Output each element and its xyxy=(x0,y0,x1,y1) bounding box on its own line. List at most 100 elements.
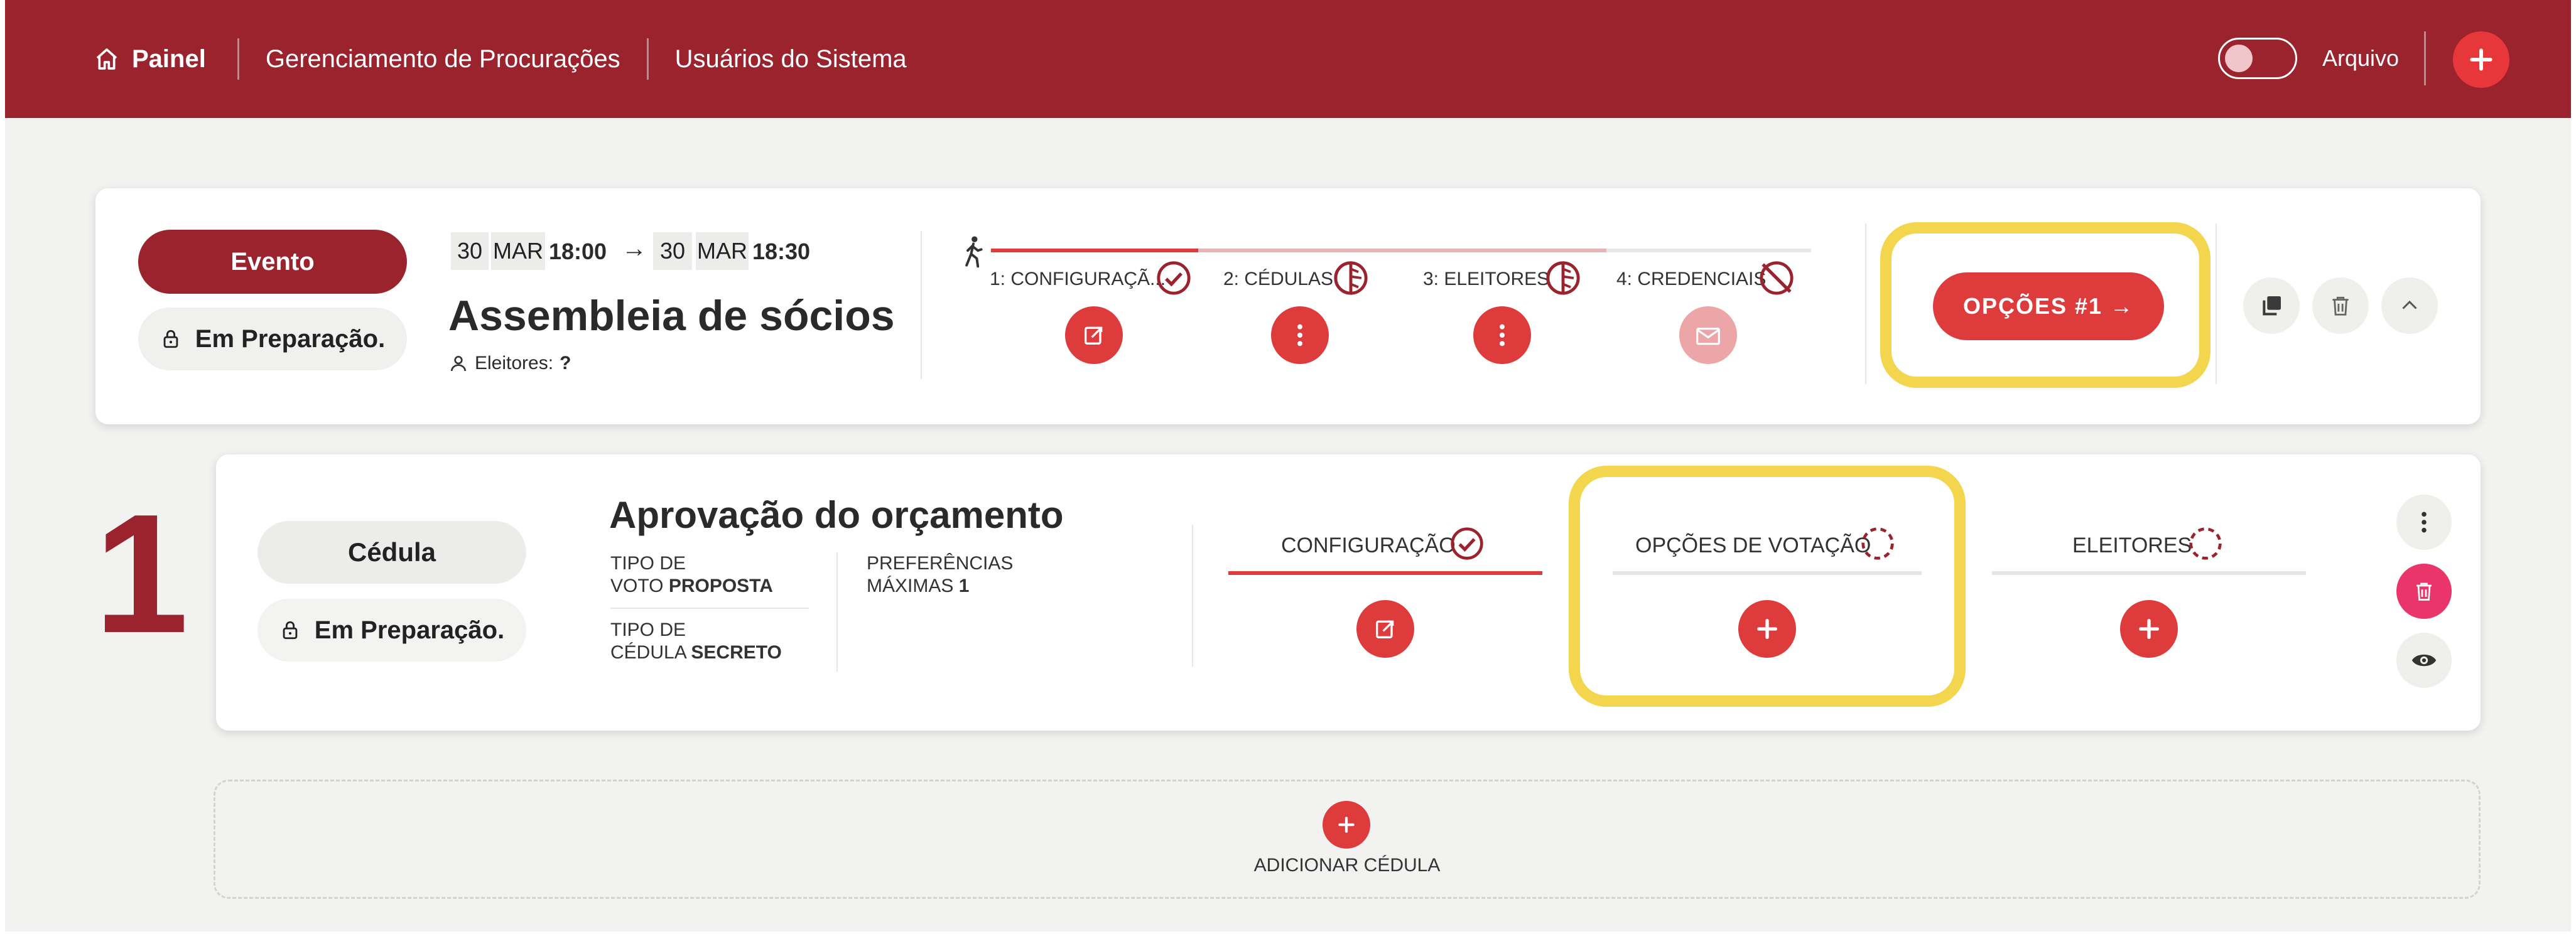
archive-label: Arquivo xyxy=(2322,45,2400,71)
divider xyxy=(610,608,809,609)
collapse-event-button[interactable] xyxy=(2381,277,2438,334)
half-circle-icon xyxy=(1546,261,1580,295)
divider xyxy=(1192,525,1193,667)
ballot-card xyxy=(216,454,2481,731)
toggle-knob xyxy=(2225,45,2253,72)
envelope-icon xyxy=(1696,328,1720,345)
nav-proxy-management-link[interactable]: Gerenciamento de Procurações xyxy=(266,45,620,73)
step-3-label: 3: ELEITORES xyxy=(1423,269,1550,289)
ballot-badge: Cédula xyxy=(257,521,526,584)
step-1-edit-button[interactable] xyxy=(1065,306,1123,364)
step-4-label: 4: CREDENCIAIS xyxy=(1616,269,1767,289)
ballot-number: 1 xyxy=(94,480,189,668)
kebab-menu-icon xyxy=(1500,324,1505,346)
section-config-underline xyxy=(1228,571,1542,575)
prefs-label-line-1: PREFERÊNCIAS xyxy=(867,553,1014,574)
add-ballot-button[interactable] xyxy=(1323,801,1370,849)
add-event-button[interactable] xyxy=(2453,31,2509,88)
edit-icon xyxy=(1376,620,1394,638)
vote-type-value: PROPOSTA xyxy=(668,576,773,596)
ballot-status-badge: Em Preparação. xyxy=(257,599,526,662)
lock-icon xyxy=(163,330,178,348)
kebab-menu-icon xyxy=(1297,324,1302,346)
nav-system-users-link[interactable]: Usuários do Sistema xyxy=(675,45,907,73)
trash-icon xyxy=(2416,582,2432,601)
divider xyxy=(1865,223,1866,384)
add-voters-button[interactable] xyxy=(2120,600,2178,658)
archive-toggle[interactable] xyxy=(2218,38,2297,79)
ballot-title: Aprovação do orçamento xyxy=(609,494,1064,536)
end-month: MAR xyxy=(696,232,749,270)
divider xyxy=(921,231,922,379)
home-icon xyxy=(96,48,117,70)
check-circle-icon xyxy=(1157,261,1191,295)
disabled-circle-icon xyxy=(1760,261,1794,295)
event-badge: Evento xyxy=(138,230,407,294)
walking-person-icon xyxy=(965,236,983,268)
check-circle-icon xyxy=(1451,527,1483,560)
options-button[interactable]: OPÇÕES #1 → xyxy=(1933,272,2164,340)
max-preferences-field: PREFERÊNCIAS MÁXIMAS 1 xyxy=(867,552,1013,598)
prefs-label-line-2: MÁXIMAS xyxy=(867,576,954,596)
lock-icon xyxy=(283,621,298,640)
section-config-label: CONFIGURAÇÃO xyxy=(1281,534,1456,557)
nav-home-label: Painel xyxy=(132,45,206,73)
ballot-type-label-line-1: TIPO DE xyxy=(610,620,686,640)
vote-type-label-line-2: VOTO xyxy=(610,576,664,596)
preview-ballot-button[interactable] xyxy=(2396,633,2452,688)
event-status-label: Em Preparação. xyxy=(195,325,386,353)
nav-divider xyxy=(237,38,239,80)
nav-home-link[interactable]: Painel xyxy=(94,45,206,73)
add-ballot-label: ADICIONAR CÉDULA xyxy=(1253,855,1441,876)
plus-icon xyxy=(2139,619,2159,639)
delete-ballot-button[interactable] xyxy=(2396,564,2452,619)
start-month: MAR xyxy=(491,232,545,270)
chevron-up-icon xyxy=(2402,300,2417,309)
main-nav: Painel Gerenciamento de Procurações Usuá… xyxy=(94,0,907,118)
copy-icon xyxy=(2263,296,2281,316)
start-day: 30 xyxy=(451,232,489,270)
voting-options-highlight xyxy=(1569,466,1966,707)
ballot-status-label: Em Preparação. xyxy=(314,616,505,644)
section-voting-options-label: OPÇÕES DE VOTAÇÃO xyxy=(1635,534,1871,557)
add-voting-option-button[interactable] xyxy=(1738,600,1796,658)
start-time: 18:00 xyxy=(549,239,607,264)
step-3-menu-button[interactable] xyxy=(1473,306,1531,364)
ballot-menu-button[interactable] xyxy=(2396,495,2452,550)
dashed-circle-icon xyxy=(2189,527,2222,560)
delete-event-button[interactable] xyxy=(2312,277,2369,334)
eye-icon xyxy=(2411,654,2437,667)
end-time: 18:30 xyxy=(752,239,811,264)
prefs-value: 1 xyxy=(958,576,970,596)
person-icon xyxy=(451,356,466,372)
vote-type-field: TIPO DE VOTO PROPOSTA xyxy=(610,552,773,598)
vote-type-label-line-1: TIPO DE xyxy=(610,553,686,574)
divider xyxy=(2216,223,2217,384)
plus-icon xyxy=(1757,619,1777,639)
event-title: Assembleia de sócios xyxy=(448,292,895,340)
date-range-arrow: → xyxy=(622,235,647,262)
section-voters-underline xyxy=(1992,571,2306,575)
event-voters: Eleitores: ? xyxy=(448,353,571,374)
trash-icon xyxy=(2332,296,2349,316)
voters-value: ? xyxy=(560,353,571,373)
ballot-type-field: TIPO DE CÉDULA SECRETO xyxy=(610,619,782,664)
nav-divider xyxy=(646,38,649,80)
divider xyxy=(836,552,838,672)
ballot-config-edit-button[interactable] xyxy=(1356,600,1414,658)
event-status-badge: Em Preparação. xyxy=(138,308,407,370)
duplicate-event-button[interactable] xyxy=(2243,277,2300,334)
end-day: 30 xyxy=(653,232,692,270)
voters-label: Eleitores: xyxy=(475,353,554,373)
section-voters-label: ELEITORES xyxy=(2072,534,2192,557)
ballot-type-value: SECRETO xyxy=(691,642,782,663)
section-voting-options-underline xyxy=(1613,571,1922,575)
step-2-menu-button[interactable] xyxy=(1271,306,1329,364)
ballot-type-label-line-2: CÉDULA xyxy=(610,642,686,663)
nav-divider xyxy=(2424,31,2426,85)
step-2-label: 2: CÉDULAS xyxy=(1223,269,1334,289)
plus-icon xyxy=(2470,48,2492,71)
half-circle-icon xyxy=(1334,261,1368,295)
steps-progress-done xyxy=(991,249,1198,252)
step-4-send-button[interactable] xyxy=(1679,306,1737,364)
